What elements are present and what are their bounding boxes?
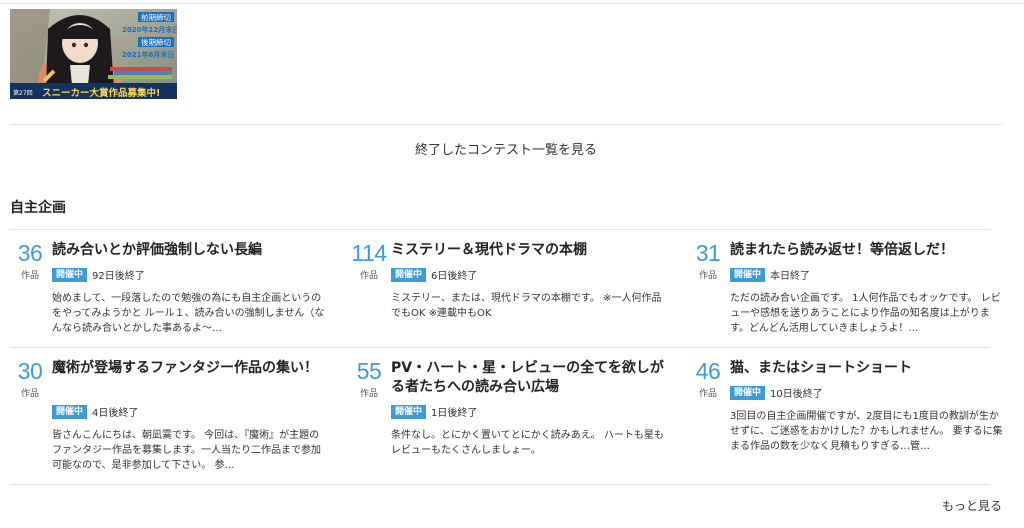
work-count: 55 作品 — [349, 359, 389, 399]
work-count-unit: 作品 — [698, 389, 717, 399]
work-count: 114 作品 — [349, 241, 389, 281]
work-count: 31 作品 — [688, 241, 728, 281]
contest-description: 条件なし。とにかく置いてとにかく読みあえ。 ハートも星もレビューもたくさんしまし… — [391, 430, 664, 456]
contest-title[interactable]: 読まれたら読み返せ！等倍返しだ！ — [730, 241, 1005, 260]
contest-meta: 開催中 4日後終了 — [52, 404, 138, 419]
more-link[interactable]: もっと見る — [942, 497, 1002, 514]
banner-caption: スニーカー大賞作品募集中! — [42, 87, 160, 99]
contest-meta: 開催中 本日終了 — [730, 267, 810, 282]
work-count-number: 55 — [356, 358, 382, 384]
contest-description: ミステリー、または、現代ドラマの本棚です。 ※一人何作品でもOK ※連載中もOK — [391, 293, 662, 319]
end-date: 10日後終了 — [770, 389, 823, 400]
work-count-number: 46 — [695, 358, 721, 384]
contest-title[interactable]: 魔術が登場するファンタジー作品の集い！ — [52, 359, 327, 378]
contest-card: 36 作品 読み合いとか評価強制しない長編 開催中 92日後終了 始めまして、一段… — [10, 241, 328, 341]
contest-card: 46 作品 猫、またはショートショート 開催中 10日後終了 3回目の自主企画開催… — [688, 359, 1006, 479]
banner-deadline1-date: 2020年12月末日 — [122, 25, 177, 34]
contest-card: 55 作品 PV・ハート・星・レビューの全てを欲しがる者たちへの読み合い広場 開… — [349, 359, 667, 479]
contest-card: 31 作品 読まれたら読み返せ！等倍返しだ！ 開催中 本日終了 ただの読み合い企画… — [688, 241, 1006, 341]
work-count-number: 36 — [17, 240, 43, 266]
work-count-unit: 作品 — [20, 389, 39, 399]
contest-card: 30 作品 魔術が登場するファンタジー作品の集い！ 開催中 4日後終了 皆さんこん… — [10, 359, 328, 479]
status-badge: 開催中 — [391, 404, 427, 419]
banner-deadline2-label: 後期締切 — [141, 37, 171, 47]
work-count-unit: 作品 — [20, 271, 39, 281]
divider — [10, 229, 990, 230]
status-badge: 開催中 — [52, 404, 88, 419]
contest-description: ただの読み合い企画です。 1人何作品でもオッケです。 レビューや感想を送りあうこ… — [730, 293, 1001, 334]
work-count-number: 30 — [17, 358, 43, 384]
banner-deadline2-date: 2021年6月末日 — [122, 50, 174, 59]
contest-meta: 開催中 10日後終了 — [730, 385, 823, 400]
status-badge: 開催中 — [730, 267, 766, 282]
contest-title[interactable]: 猫、またはショートショート — [730, 359, 1005, 378]
end-date: 92日後終了 — [92, 271, 145, 282]
banner-deadline1-label: 前期締切 — [141, 12, 171, 22]
contest-meta: 開催中 92日後終了 — [52, 267, 145, 282]
status-badge: 開催中 — [52, 267, 88, 282]
status-badge: 開催中 — [730, 385, 766, 400]
contest-description: 始めまして、一段落したので勉強の為にも自主企画というのをやってみようかと ルール… — [52, 293, 325, 334]
work-count-unit: 作品 — [698, 271, 717, 281]
contest-meta: 開催中 6日後終了 — [391, 267, 477, 282]
ended-contests-link[interactable]: 終了したコンテスト一覧を見る — [0, 139, 1012, 158]
end-date: 1日後終了 — [431, 408, 478, 419]
divider — [10, 347, 990, 348]
contest-title[interactable]: PV・ハート・星・レビューの全てを欲しがる者たちへの読み合い広場 — [391, 359, 666, 397]
contest-meta: 開催中 1日後終了 — [391, 404, 477, 419]
sneaker-award-banner[interactable]: 前期締切 2020年12月末日 後期締切 2021年6月末日 第27回 スニーカ… — [10, 9, 177, 99]
divider — [10, 484, 990, 485]
top-divider — [0, 3, 1024, 4]
contest-description: 3回目の自主企画開催ですが、2度目にも1度目の教訓が生かせずに、ご迷惑をおかけし… — [730, 411, 1003, 452]
work-count-number: 31 — [695, 240, 721, 266]
work-count-number: 114 — [351, 240, 387, 266]
work-count: 30 作品 — [10, 359, 50, 399]
contest-card: 114 作品 ミステリー＆現代ドラマの本棚 開催中 6日後終了 ミステリー、または… — [349, 241, 667, 341]
end-date: 4日後終了 — [92, 408, 139, 419]
divider — [10, 124, 1002, 125]
contest-description: 皆さんこんにちは、朝凪霙です。 今回は、『魔術』が主題のファンタジー作品を募集し… — [52, 430, 321, 471]
banner-image: 前期締切 2020年12月末日 後期締切 2021年6月末日 第27回 スニーカ… — [10, 9, 177, 99]
work-count: 36 作品 — [10, 241, 50, 281]
contest-title[interactable]: ミステリー＆現代ドラマの本棚 — [391, 241, 666, 260]
work-count-unit: 作品 — [359, 389, 378, 399]
contest-title[interactable]: 読み合いとか評価強制しない長編 — [52, 241, 327, 260]
section-title: 自主企画 — [10, 200, 66, 216]
work-count: 46 作品 — [688, 359, 728, 399]
end-date: 本日終了 — [770, 271, 811, 282]
work-count-unit: 作品 — [359, 271, 378, 281]
status-badge: 開催中 — [391, 267, 427, 282]
banner-caption-small: 第27回 — [13, 89, 33, 97]
end-date: 6日後終了 — [431, 271, 478, 282]
